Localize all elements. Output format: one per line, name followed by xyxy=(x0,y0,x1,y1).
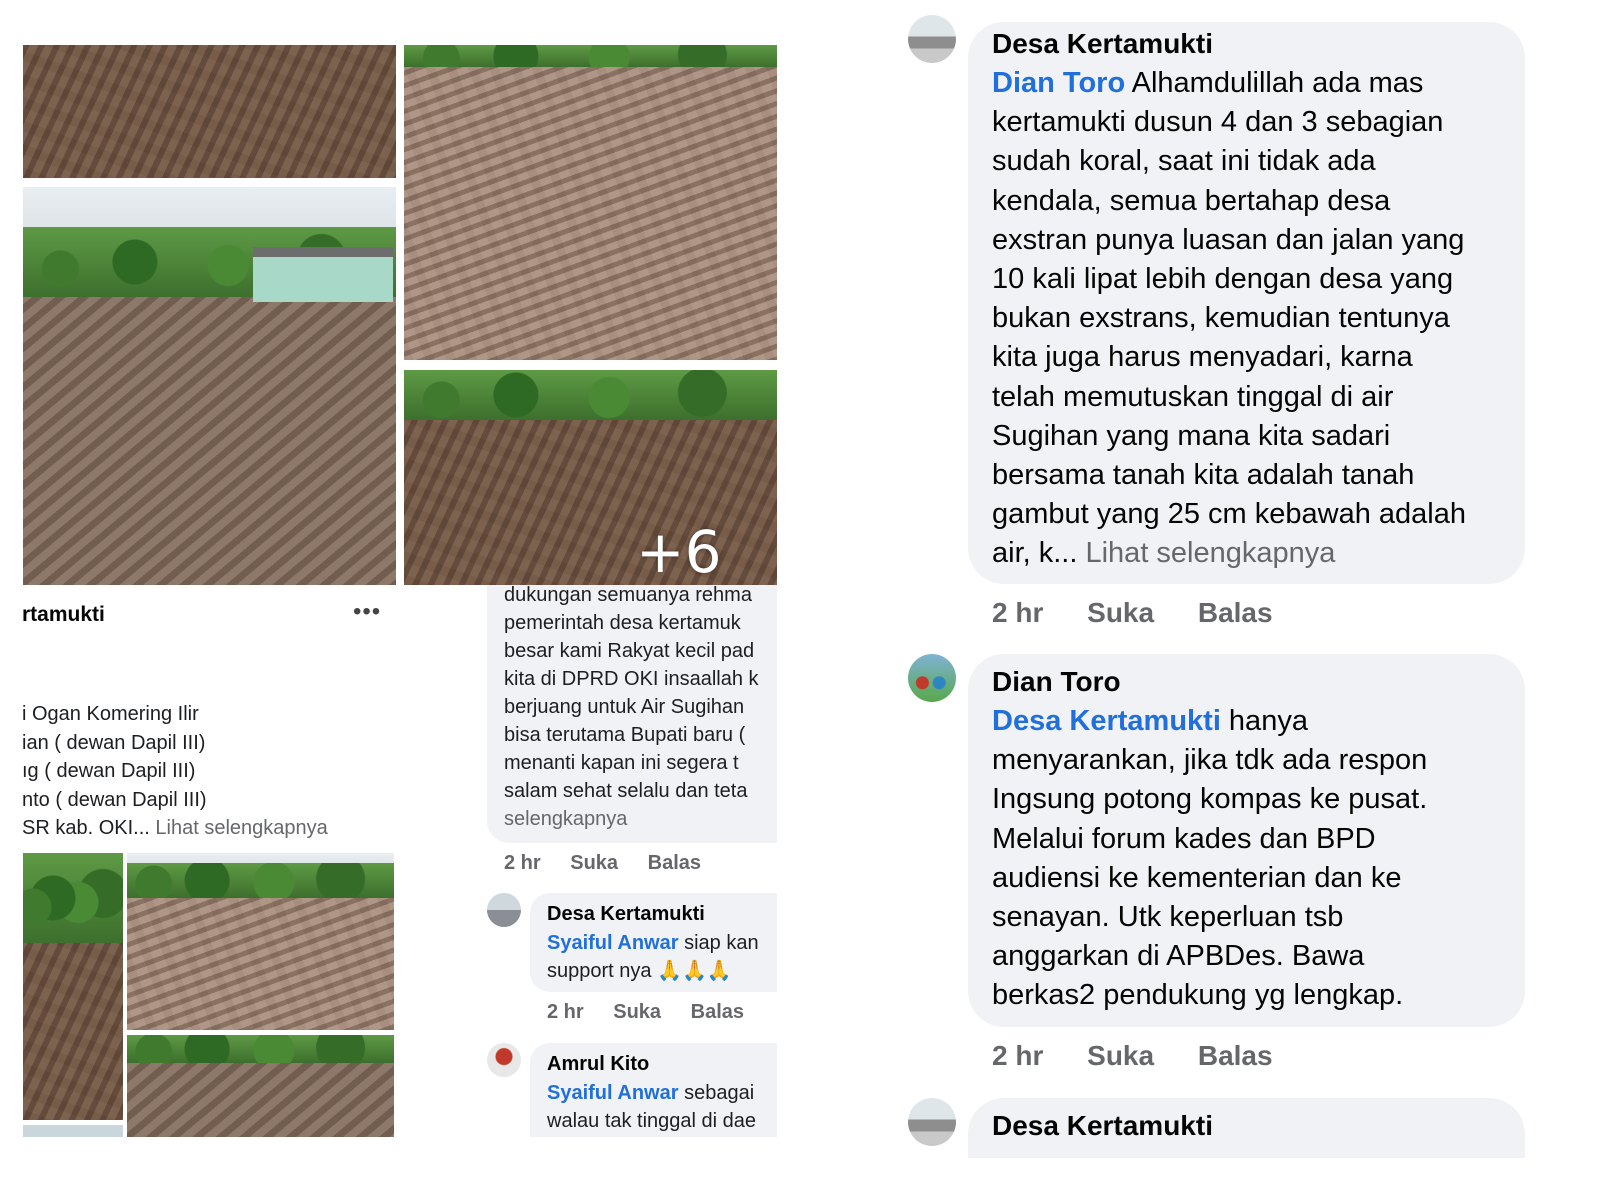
reply-line: menanti kapan ini segera t xyxy=(504,752,739,774)
more-horizontal-icon[interactable]: ••• xyxy=(353,598,381,626)
post-photo-4[interactable]: +6 xyxy=(404,370,777,585)
comment-text-rest: sebagai xyxy=(678,1082,755,1104)
comment-line: Sugihan yang mana kita sadari xyxy=(992,419,1391,452)
reply-button[interactable]: Balas xyxy=(1198,597,1273,628)
mention-link[interactable]: Syaiful Anwar xyxy=(547,1082,679,1104)
comment-meta: 2 hr Suka Balas xyxy=(992,1040,1273,1072)
comment-author[interactable]: Desa Kertamukti xyxy=(992,28,1213,60)
reply-button[interactable]: Balas xyxy=(1198,1040,1273,1071)
reply-line: berjuang untuk Air Sugihan xyxy=(504,696,745,718)
like-button[interactable]: Suka xyxy=(570,852,618,874)
comment-bubble: Desa Kertamukti xyxy=(968,1098,1525,1158)
reply-line: bisa terutama Bupati baru ( xyxy=(504,724,746,746)
comment-line: 10 kali lipat lebih dengan desa yang xyxy=(992,263,1454,296)
mention-link[interactable]: Dian Toro xyxy=(992,67,1125,99)
comment-text: Syaiful Anwar sebagai walau tak tinggal … xyxy=(547,1079,756,1135)
comment-line: kita juga harus menyadari, karna xyxy=(992,341,1413,374)
post-line: ian ( dewan Dapil III) xyxy=(22,731,206,754)
comment-line: support nya 🙏🙏🙏 xyxy=(547,960,732,982)
like-button[interactable]: Suka xyxy=(1087,597,1154,628)
post-photo-1[interactable] xyxy=(23,45,396,178)
mention-link[interactable]: Desa Kertamukti xyxy=(992,705,1221,737)
comment-line: Melalui forum kades dan BPD xyxy=(992,822,1376,855)
comment-line: Ingsung potong kompas ke pusat. xyxy=(992,783,1428,816)
comment-text-rest: Alhamdulillah ada mas xyxy=(1125,67,1424,99)
reply-line: besar kami Rakyat kecil pad xyxy=(504,640,755,662)
comment-line: kendala, semua bertahap desa xyxy=(992,184,1391,217)
see-more-link[interactable]: selengkapnya xyxy=(504,805,759,833)
comment-text-rest: hanya xyxy=(1220,705,1308,737)
comment-meta: 2 hr Suka Balas xyxy=(992,597,1273,629)
avatar[interactable] xyxy=(487,1043,521,1077)
avatar[interactable] xyxy=(908,654,956,702)
comment-line: kertamukti dusun 4 dan 3 sebagian xyxy=(992,106,1444,139)
post-photo-5[interactable] xyxy=(23,853,123,1120)
comment-author[interactable]: Desa Kertamukti xyxy=(547,903,705,926)
post-photo-3[interactable] xyxy=(404,45,777,360)
comment-line: bukan exstrans, kemudian tentunya xyxy=(992,302,1450,335)
comment-author[interactable]: Desa Kertamukti xyxy=(992,1110,1213,1142)
comment-bubble: Desa Kertamukti Syaiful Anwar siap kan s… xyxy=(530,893,777,992)
post-body: i Ogan Komering Ilir ian ( dewan Dapil I… xyxy=(22,700,328,843)
comment-line: air, k... Lihat selengkapnya xyxy=(992,534,1466,573)
comment-line: walau tak tinggal di dae xyxy=(547,1110,757,1132)
post-line: SR kab. OKI... Lihat selengkapnya xyxy=(22,814,328,843)
like-button[interactable]: Suka xyxy=(613,1001,661,1023)
reply-text: dukungan semuanya rehma pemerintah desa … xyxy=(504,585,759,833)
comment-author[interactable]: Dian Toro xyxy=(992,666,1121,698)
comment-line: anggarkan di APBDes. Bawa xyxy=(992,940,1365,973)
comment-text: Syaiful Anwar siap kan support nya 🙏🙏🙏 xyxy=(547,929,759,985)
mention-link[interactable]: Syaiful Anwar xyxy=(547,932,679,954)
comment-meta: 2 hr Suka Balas xyxy=(547,1001,744,1024)
reply-line: salam sehat selalu dan teta xyxy=(504,780,748,802)
comment-time: 2 hr xyxy=(547,1001,584,1023)
see-more-link[interactable]: Lihat selengkapnya xyxy=(1085,537,1335,569)
post-last-line: SR kab. OKI... xyxy=(22,817,150,839)
more-photos-count: +6 xyxy=(636,518,722,585)
comment-bubble: Amrul Kito Syaiful Anwar sebagai walau t… xyxy=(530,1043,777,1137)
reply-time: 2 hr xyxy=(504,852,541,874)
reply-line: dukungan semuanya rehma xyxy=(504,585,752,606)
comment-line: senayan. Utk keperluan tsb xyxy=(992,901,1344,934)
post-photo-8[interactable] xyxy=(23,1125,123,1137)
comment-time: 2 hr xyxy=(992,597,1044,628)
comment-time: 2 hr xyxy=(992,1040,1044,1071)
comment-line: berkas2 pendukung yg lengkap. xyxy=(992,979,1404,1012)
reply-line: kita di DPRD OKI insaallah k xyxy=(504,668,759,690)
comment-bubble: Dian Toro Desa Kertamukti hanya menyaran… xyxy=(968,654,1525,1027)
avatar[interactable] xyxy=(487,893,521,927)
comment-line: gambut yang 25 cm kebawah adalah xyxy=(992,498,1466,531)
comment-bubble: Desa Kertamukti Dian Toro Alhamdulillah … xyxy=(968,22,1525,584)
comment-text: Desa Kertamukti hanya menyarankan, jika … xyxy=(992,702,1427,1016)
avatar[interactable] xyxy=(908,15,956,63)
comment-text: Dian Toro Alhamdulillah ada mas kertamuk… xyxy=(992,64,1466,574)
comment-line: bersama tanah kita adalah tanah xyxy=(992,459,1415,492)
reply-line: pemerintah desa kertamuk xyxy=(504,612,741,634)
post-photo-6[interactable] xyxy=(127,853,394,1030)
comment-line: sudah koral, saat ini tidak ada xyxy=(992,145,1376,178)
comment-line: menyarankan, jika tdk ada respon xyxy=(992,744,1428,777)
post-photo-2[interactable] xyxy=(23,187,396,585)
post-line: ıg ( dewan Dapil III) xyxy=(22,760,196,782)
reply-bubble: dukungan semuanya rehma pemerintah desa … xyxy=(487,585,777,843)
post-line: nto ( dewan Dapil III) xyxy=(22,788,207,811)
comment-line: exstran punya luasan dan jalan yang xyxy=(992,223,1465,256)
reply-button[interactable]: Balas xyxy=(691,1001,744,1023)
post-photo-7[interactable] xyxy=(127,1035,394,1137)
post-author[interactable]: rtamukti xyxy=(22,603,105,627)
comment-author[interactable]: Amrul Kito xyxy=(547,1053,649,1076)
see-more-link[interactable]: Lihat selengkapnya xyxy=(155,817,327,839)
avatar[interactable] xyxy=(908,1098,956,1146)
comment-last-line: air, k... xyxy=(992,537,1078,570)
post-line: i Ogan Komering Ilir xyxy=(22,703,199,725)
comment-text-rest: siap kan xyxy=(678,932,759,954)
reply-meta: 2 hr Suka Balas xyxy=(504,852,701,875)
comment-line: telah memutuskan tinggal di air xyxy=(992,380,1394,413)
comment-line: audiensi ke kementerian dan ke xyxy=(992,861,1402,894)
like-button[interactable]: Suka xyxy=(1087,1040,1154,1071)
reply-button[interactable]: Balas xyxy=(648,852,701,874)
